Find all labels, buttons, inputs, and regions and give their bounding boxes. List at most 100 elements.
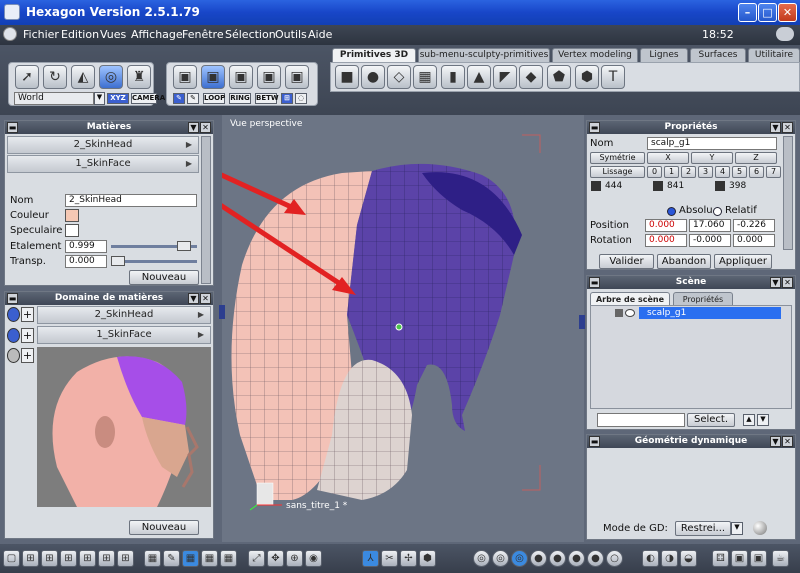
object-name-field[interactable]: scalp_g1 [647, 137, 777, 150]
tweak-icon[interactable]: ✢ [400, 550, 417, 567]
tab-sculpty-primitives[interactable]: sub-menu-sculpty-primitives [418, 48, 550, 62]
menu-fenetre[interactable]: Fenêtre [182, 28, 224, 41]
gallery-icon[interactable]: ▣ [731, 550, 748, 567]
scale-tool-icon[interactable]: ◎ [99, 65, 123, 89]
cone-primitive-icon[interactable]: ▲ [467, 65, 491, 89]
layout-quad-icon[interactable]: ⊞ [41, 550, 58, 567]
dice-icon[interactable]: ⚃ [712, 550, 729, 567]
tab-scene-tree[interactable]: Arbre de scène [590, 292, 670, 305]
transp-field[interactable]: 0.000 [65, 255, 107, 268]
select-button[interactable]: Select. [687, 413, 735, 427]
position-y-field[interactable]: 17.060 [689, 219, 731, 232]
light-sphere-icon[interactable]: ○ [606, 550, 623, 567]
position-z-field[interactable]: -0.226 [733, 219, 775, 232]
loop-button[interactable]: LOOP [203, 93, 225, 104]
panel-menu-icon[interactable]: ▼ [770, 122, 781, 133]
zoom-extents-icon[interactable]: ⤢ [248, 550, 265, 567]
viewport-right-handle[interactable] [579, 315, 585, 329]
move-tool-icon[interactable]: ↻ [43, 65, 67, 89]
menu-vues[interactable]: Vues [100, 28, 126, 41]
grid-view-icon[interactable]: ▦ [182, 550, 199, 567]
panel-close-icon[interactable]: ✕ [200, 122, 211, 133]
menu-outils[interactable]: Outils [275, 28, 307, 41]
coordinate-system-select[interactable]: World [14, 92, 94, 105]
rotation-y-field[interactable]: -0.000 [689, 234, 731, 247]
render-sphere-icon[interactable]: ● [587, 550, 604, 567]
sphere-primitive-icon[interactable]: ● [361, 65, 385, 89]
ring-button[interactable]: RING [229, 93, 251, 104]
cup-icon[interactable]: ☕ [772, 550, 789, 567]
menu-edition[interactable]: Edition [61, 28, 99, 41]
viewport-left-handle[interactable] [219, 305, 225, 319]
lock-axis-icon[interactable]: ⬢ [419, 550, 436, 567]
layout-single-icon[interactable]: ▢ [3, 550, 20, 567]
panel-menu-icon[interactable]: ▼ [770, 277, 781, 288]
domain-sphere-icon[interactable] [7, 328, 20, 343]
valider-button[interactable]: Valider [599, 254, 654, 269]
text-primitive-icon[interactable]: T [601, 65, 625, 89]
new-material-button[interactable]: Nouveau [129, 270, 199, 285]
smooth-level-7[interactable]: 7 [766, 166, 781, 178]
gd-sphere-icon[interactable] [753, 521, 767, 535]
relatif-radio[interactable] [713, 207, 722, 216]
layout-four-icon[interactable]: ⊞ [117, 550, 134, 567]
eye-icon[interactable]: ◉ [305, 550, 322, 567]
layout-vertical-icon[interactable]: ⊞ [60, 550, 77, 567]
panel-collapse-icon[interactable]: ▬ [7, 293, 18, 304]
panel-collapse-icon[interactable]: ▬ [589, 122, 600, 133]
layout-horizontal-icon[interactable]: ⊞ [79, 550, 96, 567]
rotation-x-field[interactable]: 0.000 [645, 234, 687, 247]
smooth-level-4[interactable]: 4 [715, 166, 730, 178]
lock-icon[interactable] [615, 309, 623, 317]
menu-affichage[interactable]: Affichage [131, 28, 183, 41]
pyramid-primitive-icon[interactable]: ◤ [493, 65, 517, 89]
color-swatch[interactable] [65, 209, 79, 222]
edge-select-icon[interactable]: ▣ [229, 65, 253, 89]
face-select-icon[interactable]: ▣ [201, 65, 225, 89]
scene-item-scalp[interactable]: scalp_g1 [639, 307, 781, 319]
etalement-slider-handle[interactable] [177, 241, 191, 251]
domain-sphere-icon[interactable] [7, 348, 20, 363]
visibility-eye-icon[interactable] [625, 309, 635, 317]
smooth-level-3[interactable]: 3 [698, 166, 713, 178]
abandon-button[interactable]: Abandon [657, 254, 711, 269]
grid-primitive-icon[interactable]: ▦ [413, 65, 437, 89]
symmetry-y-button[interactable]: Y [691, 152, 733, 164]
cylinder-primitive-icon[interactable]: ▮ [441, 65, 465, 89]
layout-triple-icon[interactable]: ⊞ [98, 550, 115, 567]
lasso-select-icon[interactable]: ✎ [187, 93, 199, 104]
materials-scrollbar[interactable] [201, 136, 211, 284]
shadow-icon[interactable]: ◒ [680, 550, 697, 567]
pan-icon[interactable]: ✥ [267, 550, 284, 567]
auto-select-icon[interactable]: ▣ [285, 65, 309, 89]
material-name-field[interactable]: 2_SkinHead [65, 194, 197, 207]
vertex-select-icon[interactable]: ▣ [257, 65, 281, 89]
smooth-level-6[interactable]: 6 [749, 166, 764, 178]
symmetry-x-button[interactable]: X [647, 152, 689, 164]
xray-icon[interactable]: ◑ [661, 550, 678, 567]
panel-collapse-icon[interactable]: ▬ [589, 436, 600, 447]
select-tool-icon[interactable]: ➚ [15, 65, 39, 89]
paint-icon[interactable]: ✎ [163, 550, 180, 567]
cube-primitive-icon[interactable]: ■ [335, 65, 359, 89]
tab-surfaces[interactable]: Surfaces [690, 48, 746, 62]
brush-select-icon[interactable]: ✎ [173, 93, 185, 104]
zoom-icon[interactable]: ⊕ [286, 550, 303, 567]
etalement-field[interactable]: 0.999 [65, 240, 107, 253]
flat-sphere-icon[interactable]: ● [530, 550, 547, 567]
transp-slider-handle[interactable] [111, 256, 125, 266]
domain-item-skinface[interactable]: 1_SkinFace ▶ [37, 326, 211, 344]
scroll-down-icon[interactable]: ▼ [757, 414, 769, 426]
maximize-button[interactable]: □ [758, 3, 777, 22]
symmetry-button[interactable]: Symétrie [590, 152, 645, 164]
snap-icon[interactable]: ✂ [381, 550, 398, 567]
universal-tool-icon[interactable]: ♜ [127, 65, 151, 89]
scroll-up-icon[interactable]: ▲ [743, 414, 755, 426]
smooth-sphere-icon[interactable]: ● [549, 550, 566, 567]
grow-select-icon[interactable]: ⊞ [281, 93, 293, 104]
domain-add-icon[interactable]: + [21, 348, 34, 363]
panel-close-icon[interactable]: ✕ [782, 277, 793, 288]
panel-menu-icon[interactable]: ▼ [188, 122, 199, 133]
rotation-z-field[interactable]: 0.000 [733, 234, 775, 247]
panel-collapse-icon[interactable]: ▬ [589, 277, 600, 288]
